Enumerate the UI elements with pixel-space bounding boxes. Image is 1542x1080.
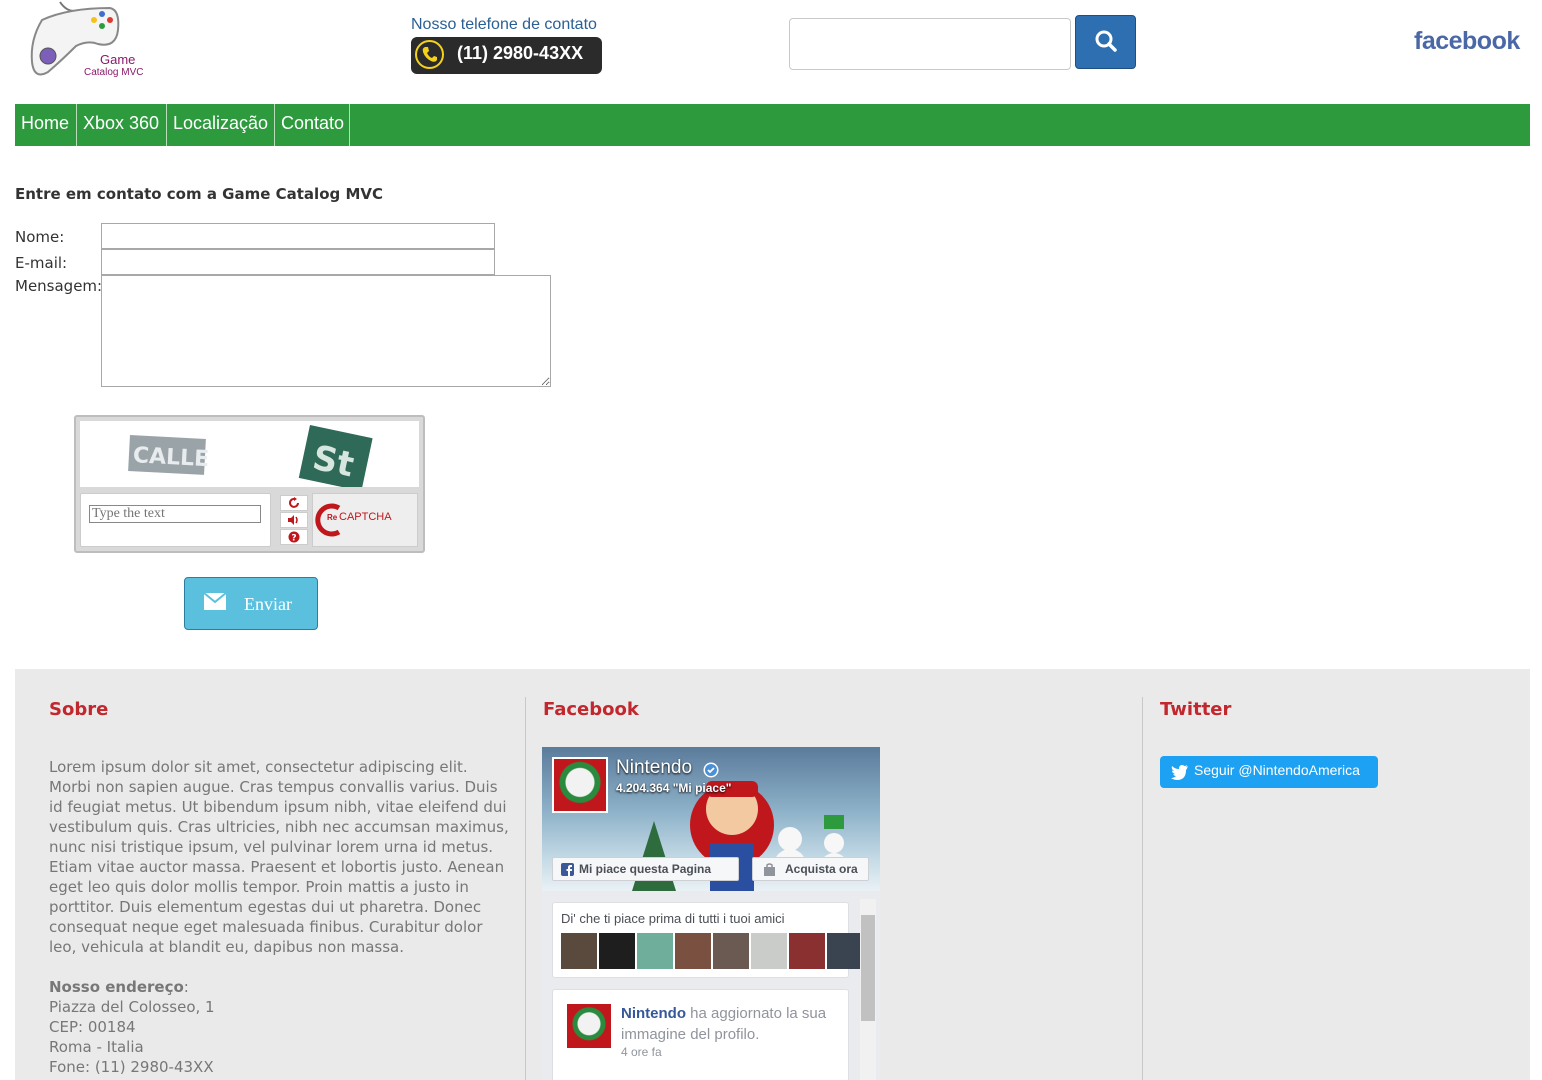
friend-avatar[interactable] [789, 933, 825, 969]
address-block: Nosso endereço: Piazza del Colosseo, 1 C… [49, 977, 449, 1077]
fb-scrollbar-thumb[interactable] [861, 915, 875, 1021]
search-icon [1095, 30, 1117, 52]
recaptcha-brand-prefix: Re [327, 513, 338, 522]
nav-item-home[interactable]: Home [15, 104, 77, 146]
friend-avatar[interactable] [599, 933, 635, 969]
svg-text:?: ? [291, 534, 296, 544]
fb-likes-count: 4.204.364 "Mi piace" [616, 781, 732, 795]
facebook-f-icon [561, 863, 574, 876]
logo-text-catalog: Catalog MVC [84, 67, 144, 78]
fb-friends-card: Di' che ti piace prima di tutti i tuoi a… [552, 902, 863, 978]
fb-post-time[interactable]: 4 ore fa [621, 1045, 662, 1059]
address-line: Fone: (11) 2980-43XX [49, 1058, 214, 1076]
fb-like-button-label: Mi piace questa Pagina [579, 862, 712, 876]
recaptcha-widget: CALLE St ? Re CAPTCHA [74, 415, 425, 553]
logo-text-game: Game [100, 52, 136, 67]
fb-cover-image: Nintendo 4.204.364 "Mi piace" Mi piace q… [542, 747, 880, 891]
captcha-input[interactable] [89, 505, 261, 523]
fb-post-card: Nintendo ha aggiornato la sua immagine d… [552, 989, 849, 1080]
friend-avatar[interactable] [713, 933, 749, 969]
search-input[interactable] [789, 18, 1071, 70]
captcha-word-1: CALLE [132, 443, 209, 472]
fb-page-avatar[interactable] [552, 757, 608, 813]
twitter-follow-button[interactable]: Seguir @NintendoAmerica [1160, 756, 1378, 788]
fb-post-body: Nintendo ha aggiornato la sua immagine d… [621, 1003, 841, 1045]
about-text: Lorem ipsum dolor sit amet, consectetur … [49, 758, 509, 956]
search-button[interactable] [1075, 15, 1136, 69]
facebook-link[interactable]: facebook [1414, 27, 1520, 56]
twitter-heading: Twitter [1160, 699, 1232, 720]
shopping-bag-icon [764, 863, 775, 876]
help-icon: ? [288, 531, 300, 543]
verified-badge-icon [703, 762, 719, 778]
send-button-label: Enviar [244, 594, 292, 614]
address-line: Roma - Italia [49, 1038, 144, 1056]
address-line: CEP: 00184 [49, 1018, 136, 1036]
envelope-icon [204, 593, 226, 610]
recaptcha-brand: CAPTCHA [339, 511, 392, 523]
twitter-bird-icon [1171, 765, 1188, 780]
captcha-image: CALLE St [80, 421, 419, 492]
friend-avatar[interactable] [827, 933, 863, 969]
about-heading: Sobre [49, 699, 109, 720]
message-label: Mensagem: [15, 277, 103, 295]
recaptcha-logo: Re CAPTCHA [312, 493, 418, 547]
name-field[interactable] [101, 223, 495, 249]
send-button[interactable]: Enviar [184, 577, 318, 630]
facebook-heading: Facebook [543, 699, 639, 720]
refresh-icon [289, 497, 299, 508]
fb-post-author[interactable]: Nintendo [621, 1005, 686, 1022]
name-label: Nome: [15, 228, 65, 246]
phone-label: Nosso telefone de contato [411, 16, 597, 33]
message-field[interactable] [101, 275, 551, 387]
captcha-input-box [80, 493, 271, 547]
audio-icon [288, 515, 298, 525]
twitter-follow-label: Seguir @NintendoAmerica [1194, 762, 1360, 778]
captcha-word-2: St [309, 438, 357, 486]
friend-avatar[interactable] [675, 933, 711, 969]
nav-item-contato[interactable]: Contato [275, 104, 350, 146]
nav-item-xbox-360[interactable]: Xbox 360 [77, 104, 167, 146]
fb-post-avatar[interactable] [567, 1004, 611, 1048]
captcha-refresh-button[interactable] [280, 495, 308, 511]
address-line: Piazza del Colosseo, 1 [49, 998, 215, 1016]
footer-divider [1142, 697, 1143, 1080]
phone-number: (11) 2980-43XX [457, 43, 584, 63]
facebook-page-widget: Nintendo 4.204.364 "Mi piace" Mi piace q… [542, 747, 880, 1080]
nav-item-localizacao[interactable]: Localização [167, 104, 275, 146]
email-label: E-mail: [15, 254, 68, 272]
fb-scrollbar[interactable] [860, 899, 876, 1080]
fb-shop-button[interactable]: Acquista ora [752, 857, 869, 881]
friend-avatar[interactable] [561, 933, 597, 969]
friend-avatar[interactable] [637, 933, 673, 969]
captcha-audio-button[interactable] [280, 512, 308, 528]
fb-page-name[interactable]: Nintendo [616, 757, 692, 779]
address-heading: Nosso endereço [49, 978, 184, 996]
address-heading-colon: : [183, 978, 189, 996]
fb-shop-button-label: Acquista ora [785, 862, 858, 876]
fb-friends-text: Di' che ti piace prima di tutti i tuoi a… [561, 911, 785, 926]
main-nav: Home Xbox 360 Localização Contato [15, 104, 1530, 146]
footer-divider [525, 697, 526, 1080]
captcha-help-button[interactable]: ? [280, 529, 308, 545]
phone-icon [415, 40, 444, 69]
phone-badge: (11) 2980-43XX [411, 37, 602, 74]
friend-avatar[interactable] [751, 933, 787, 969]
email-field[interactable] [101, 249, 495, 275]
contact-form-title: Entre em contato com a Game Catalog MVC [15, 185, 384, 203]
fb-like-button[interactable]: Mi piace questa Pagina [552, 857, 739, 881]
